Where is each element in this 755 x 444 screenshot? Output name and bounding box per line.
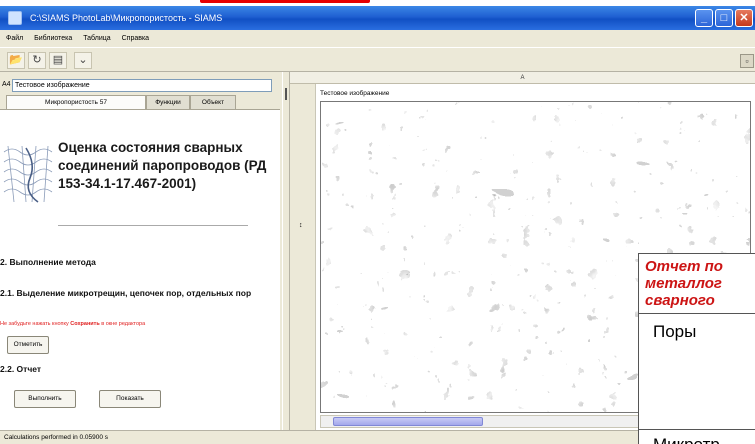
divider [58,225,248,226]
report-title-line-3: сварного [645,292,715,309]
column-header: А [290,72,755,84]
section-report: 2.2. Отчет [0,364,42,374]
title-bar: C:\SIAMS PhotoLab\Микропористость - SIAM… [0,6,755,30]
menu-table[interactable]: Таблица [83,35,110,42]
method-heading: Оценка состояния сварных соединений паро… [58,140,267,191]
app-icon [8,11,22,25]
show-button[interactable]: Показать [99,390,161,408]
toolbar: 📂 ↻ ▤ ⌄ ▫ [0,47,755,72]
report-row-pores: Поры [653,322,697,341]
mark-button[interactable]: Отметить [7,336,49,354]
section-microcracks: 2.1. Выделение микротрещин, цепочек пор,… [0,288,252,298]
window-title: C:\SIAMS PhotoLab\Микропористость - SIAM… [30,13,223,23]
report-title-line-1: Отчет по [645,258,723,275]
note-prefix: Не забудьте нажать кнопку [0,321,69,327]
weld-logo-icon [2,144,56,204]
section-method: 2. Выполнение метода [0,257,96,267]
minimize-button[interactable]: _ [695,9,713,27]
open-folder-icon[interactable]: 📂 [7,52,25,69]
library-icon[interactable]: ▤ [49,52,67,69]
menu-help[interactable]: Справка [122,35,149,42]
menu-bar: Файл Библиотека Таблица Справка [0,30,755,47]
report-divider [639,313,755,314]
method-document: Оценка состояния сварных соединений паро… [0,109,280,430]
report-title: Отчет по металлог сварного [645,258,755,309]
maximize-button[interactable]: □ [715,9,733,27]
minimize-panel-icon[interactable]: ⌄ [74,52,92,69]
gutter-marker: ↕ [299,222,303,229]
save-reminder-note: Не забудьте нажать кнопку Сохранить в ок… [0,321,145,327]
panel-toggle-icon[interactable]: ▫ [740,54,754,68]
tab-microporosity[interactable]: Микропористость 57 [6,95,146,109]
close-button[interactable]: ✕ [735,9,753,27]
row-gutter: ↕ [290,84,316,430]
menu-file[interactable]: Файл [6,35,23,42]
image-caption: Тестовое изображение [320,90,390,97]
run-button[interactable]: Выполнить [14,390,76,408]
left-panel: А4 Тестовое изображение Микропористость … [0,72,284,430]
note-suffix: в окне редактора [101,321,146,327]
tab-object[interactable]: Объект [190,95,236,109]
note-save-word: Сохранить [70,321,100,327]
report-title-line-2: металлог [645,275,722,292]
horizontal-scroll-thumb[interactable] [333,417,483,426]
report-row-microcracks: Микротр [653,435,720,444]
menu-library[interactable]: Библиотека [34,35,72,42]
image-name-field[interactable]: Тестовое изображение [12,79,272,92]
refresh-icon[interactable]: ↻ [28,52,46,69]
report-card: Отчет по металлог сварного Поры Микротр [638,253,755,444]
panel-splitter[interactable] [282,72,290,430]
report-divider-2 [639,429,755,430]
cell-ref-label: А4 [2,81,11,88]
tab-functions[interactable]: Функции [146,95,190,109]
